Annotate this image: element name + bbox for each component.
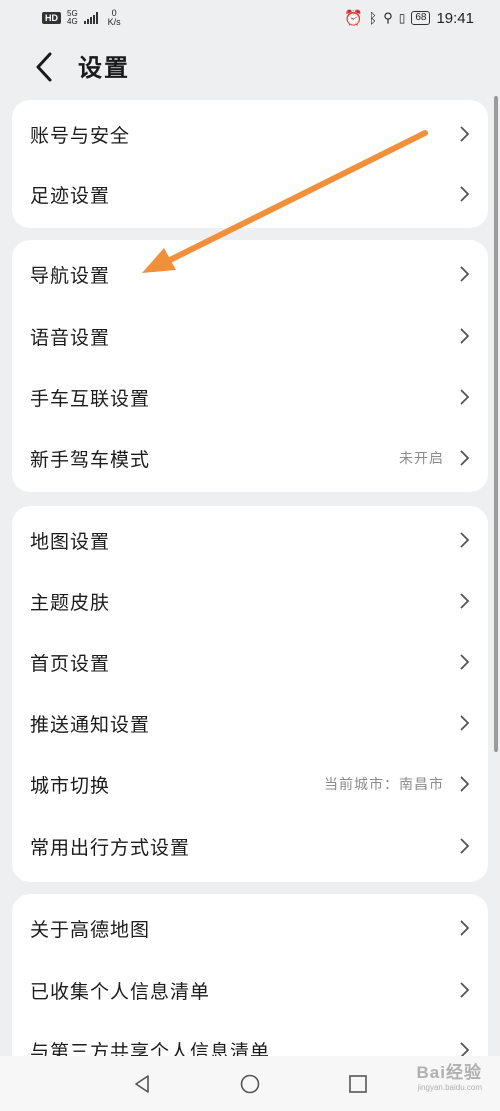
settings-item-voice[interactable]: 语音设置 <box>12 306 488 366</box>
item-label: 手车互联设置 <box>30 387 151 410</box>
hd-badge: HD <box>42 12 61 24</box>
chevron-right-icon <box>460 328 470 344</box>
chevron-right-icon <box>460 126 470 142</box>
status-right: ⏰ ᛒ ⚲ ▯ 68 19:41 <box>344 9 474 28</box>
chevron-right-icon <box>460 266 470 282</box>
item-label: 推送通知设置 <box>30 713 151 736</box>
item-label: 导航设置 <box>30 264 111 287</box>
settings-item-map[interactable]: 地图设置 <box>12 510 488 570</box>
vibrate-icon: ▯ <box>398 11 406 25</box>
status-bar: HD 5G 4G 0 K/s ⏰ ᛒ ⚲ ▯ 68 19:41 <box>0 0 500 36</box>
item-label: 关于高德地图 <box>30 918 151 941</box>
item-value: 当前城市：南昌市 <box>324 777 444 793</box>
chevron-right-icon <box>460 1042 470 1056</box>
watermark-domain: jingyan.baidu.com <box>417 1083 482 1092</box>
nav-back-icon[interactable] <box>131 1073 153 1095</box>
settings-item-novice-driving[interactable]: 新手驾车模式 未开启 <box>12 428 488 488</box>
item-value: 未开启 <box>399 451 444 467</box>
nav-home-icon[interactable] <box>239 1073 261 1095</box>
settings-item-about[interactable]: 关于高德地图 <box>12 898 488 958</box>
chevron-right-icon <box>460 186 470 202</box>
settings-item-push[interactable]: 推送通知设置 <box>12 693 488 753</box>
item-label: 语音设置 <box>30 326 111 349</box>
settings-item-travel-mode[interactable]: 常用出行方式设置 <box>12 816 488 876</box>
chevron-right-icon <box>460 593 470 609</box>
chevron-right-icon <box>460 776 470 792</box>
alarm-icon: ⏰ <box>344 10 363 27</box>
item-label: 地图设置 <box>30 530 111 553</box>
page-title: 设置 <box>78 54 130 82</box>
item-label: 足迹设置 <box>30 184 111 207</box>
chevron-right-icon <box>460 715 470 731</box>
chevron-right-icon <box>460 920 470 936</box>
settings-item-navigation[interactable]: 导航设置 <box>12 244 488 304</box>
item-label: 常用出行方式设置 <box>30 836 191 859</box>
signal-icon <box>83 12 98 24</box>
settings-item-homepage[interactable]: 首页设置 <box>12 632 488 692</box>
settings-group-about: 关于高德地图 已收集个人信息清单 与第三方共享个人信息清单 <box>12 894 488 1056</box>
bluetooth-icon: ᛒ <box>368 10 378 26</box>
settings-item-car-link[interactable]: 手车互联设置 <box>12 367 488 427</box>
chevron-right-icon <box>460 654 470 670</box>
settings-group-navigation: 导航设置 语音设置 手车互联设置 新手驾车模式 未开启 <box>12 240 488 492</box>
settings-item-account-security[interactable]: 账号与安全 <box>12 104 488 164</box>
item-label: 城市切换 <box>30 774 111 797</box>
nav-recent-icon[interactable] <box>347 1073 369 1095</box>
settings-item-third-party-info[interactable]: 与第三方共享个人信息清单 <box>12 1020 488 1056</box>
watermark-brand: Bai经验 <box>416 1063 482 1082</box>
header: 设置 <box>0 42 500 92</box>
chevron-right-icon <box>460 838 470 854</box>
chevron-right-icon <box>460 532 470 548</box>
item-label: 新手驾车模式 <box>30 448 151 471</box>
location-icon: ⚲ <box>383 10 393 25</box>
network-speed: 0 K/s <box>108 9 121 27</box>
settings-item-theme[interactable]: 主题皮肤 <box>12 571 488 631</box>
settings-group-general: 地图设置 主题皮肤 首页设置 推送通知设置 城市切换 当前城市：南昌市 常用出行… <box>12 506 488 882</box>
item-label: 首页设置 <box>30 652 111 675</box>
settings-group-account: 账号与安全 足迹设置 <box>12 100 488 228</box>
clock: 19:41 <box>436 9 474 27</box>
scrollbar[interactable] <box>494 96 498 752</box>
item-label: 与第三方共享个人信息清单 <box>30 1040 271 1057</box>
item-label: 已收集个人信息清单 <box>30 980 211 1003</box>
item-label: 账号与安全 <box>30 124 131 147</box>
speed-unit: K/s <box>107 17 121 27</box>
settings-item-footprint[interactable]: 足迹设置 <box>12 164 488 224</box>
watermark: Bai经验 jingyan.baidu.com <box>417 1058 482 1092</box>
settings-list[interactable]: 账号与安全 足迹设置 导航设置 语音设置 手车互联设置 新手驾车模式 未开启 地… <box>0 96 500 1056</box>
network-type: 5G 4G <box>67 10 78 26</box>
chevron-right-icon <box>460 982 470 998</box>
back-arrow-icon[interactable] <box>30 50 58 84</box>
item-label: 主题皮肤 <box>30 591 111 614</box>
network-bottom: 4G <box>67 17 78 26</box>
settings-item-collected-info[interactable]: 已收集个人信息清单 <box>12 960 488 1020</box>
status-left: HD 5G 4G 0 K/s <box>42 9 121 27</box>
battery-icon: 68 <box>411 11 431 25</box>
chevron-right-icon <box>460 450 470 466</box>
settings-item-city[interactable]: 城市切换 当前城市：南昌市 <box>12 754 488 814</box>
chevron-right-icon <box>460 389 470 405</box>
